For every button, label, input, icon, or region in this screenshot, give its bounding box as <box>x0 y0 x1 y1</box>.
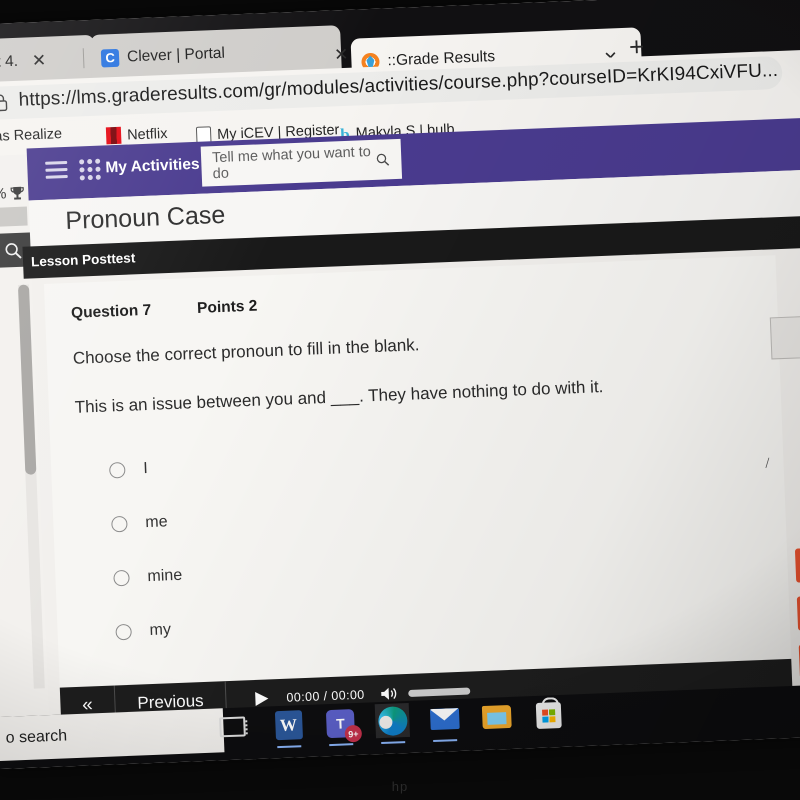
running-indicator <box>277 744 302 749</box>
app-grid-icon[interactable] <box>79 158 101 181</box>
review-slash: / <box>765 455 770 472</box>
question-prompt: Choose the correct pronoun to fill in th… <box>72 335 420 368</box>
radio-icon[interactable] <box>113 569 130 587</box>
answer-option-label: I <box>142 460 149 478</box>
radio-icon[interactable] <box>115 623 132 641</box>
question-header: Question 7 Points 2 <box>71 298 258 323</box>
radio-icon[interactable] <box>108 461 126 479</box>
laptop-screen: xtbook Unit 4. ✕ C Clever | Portal ✕ ::G… <box>0 0 800 770</box>
teams-icon: T 9+ <box>325 709 363 743</box>
question-number: Question 7 <box>70 301 152 322</box>
running-indicator <box>329 742 354 747</box>
answer-option-label: my <box>149 621 172 640</box>
progress-indicator: 39% <box>0 185 25 204</box>
section-label: Lesson Posttest <box>30 250 136 270</box>
search-icon <box>377 153 390 166</box>
answer-option-3[interactable]: my <box>115 621 171 641</box>
question-sentence: This is an issue between you and ___. Th… <box>74 377 604 417</box>
answer-option-2[interactable]: mine <box>113 567 182 588</box>
play-icon[interactable] <box>252 689 271 708</box>
edge-icon <box>377 706 408 737</box>
close-icon[interactable]: ✕ <box>334 45 349 65</box>
search-icon <box>5 242 22 259</box>
review-input-box[interactable] <box>769 315 800 360</box>
mail-icon <box>429 707 460 731</box>
running-indicator <box>381 740 406 745</box>
tell-me-search-input[interactable]: Tell me what you want to do <box>200 138 403 187</box>
taskbar-item-edge[interactable] <box>374 702 410 745</box>
answer-option-1[interactable]: me <box>111 513 168 533</box>
tell-me-placeholder: Tell me what you want to do <box>211 144 372 183</box>
hamburger-icon[interactable] <box>45 160 68 183</box>
bookmark-savvas-realize[interactable]: Savvas Realize <box>0 126 62 146</box>
bookmark-label: Savvas Realize <box>0 126 63 147</box>
volume-icon[interactable] <box>380 685 400 702</box>
file-explorer-icon <box>481 704 512 730</box>
question-nav-1[interactable]: 1 <box>794 547 800 583</box>
photo-of-laptop-screen: xtbook Unit 4. ✕ C Clever | Portal ✕ ::G… <box>0 0 800 800</box>
bookmark-label: Netflix <box>126 125 168 144</box>
padlock-icon <box>0 94 8 112</box>
microsoft-store-icon <box>535 701 562 729</box>
taskbar-item-word[interactable]: W <box>271 707 306 749</box>
rail-divider <box>0 206 28 228</box>
clever-favicon: C <box>100 48 120 68</box>
volume-slider[interactable] <box>408 687 471 697</box>
close-icon[interactable]: ✕ <box>32 51 47 71</box>
word-icon: W <box>274 710 303 741</box>
running-indicator <box>433 738 458 743</box>
taskbar-item-microsoft-store[interactable] <box>531 697 566 732</box>
hp-logo: hp <box>391 779 409 794</box>
radio-icon[interactable] <box>111 515 128 533</box>
tab-title: xtbook Unit 4. <box>0 52 19 73</box>
my-activities-link[interactable]: My Activities <box>105 156 200 178</box>
trophy-icon <box>10 186 24 200</box>
windows-search-placeholder: o search <box>5 727 68 747</box>
task-view-icon <box>219 716 246 738</box>
notification-badge: 9+ <box>344 724 363 743</box>
progress-percent: 39% <box>0 185 7 204</box>
bookmark-netflix[interactable]: Netflix <box>105 125 168 145</box>
page-content: tts 39% <box>0 117 800 770</box>
tab-title: Clever | Portal <box>126 44 226 65</box>
taskbar-item-teams[interactable]: T 9+ <box>323 705 363 747</box>
answer-option-label: me <box>145 513 168 532</box>
taskbar-item-task-view[interactable] <box>219 709 254 744</box>
taskbar-item-file-explorer[interactable] <box>479 699 514 734</box>
netflix-icon <box>105 126 122 145</box>
answer-option-0[interactable]: I <box>108 460 149 479</box>
page-title: Pronoun Case <box>64 200 226 236</box>
question-points: Points 2 <box>196 297 258 317</box>
windows-search-box[interactable]: o search <box>0 708 225 763</box>
answer-option-label: mine <box>147 566 183 586</box>
taskbar-item-mail[interactable] <box>427 701 462 743</box>
question-card: Question 7 Points 2 Choose the correct p… <box>43 255 792 688</box>
